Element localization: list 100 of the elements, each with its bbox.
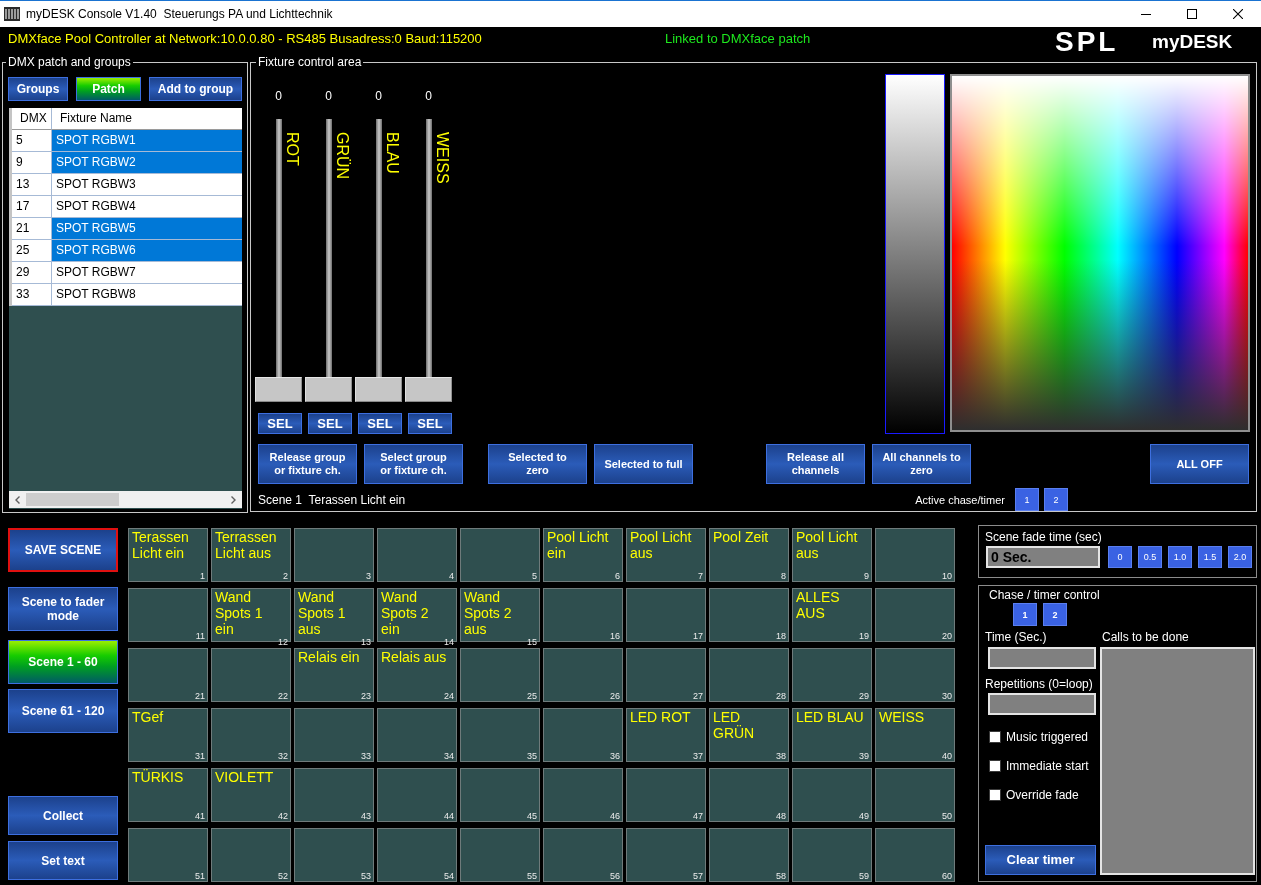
scene-button[interactable]: 60 <box>875 828 955 882</box>
scene-button[interactable]: 58 <box>709 828 789 882</box>
table-cell[interactable]: 25 <box>12 240 52 262</box>
scene-button[interactable]: 22 <box>211 648 291 702</box>
chevron-left-icon[interactable] <box>15 495 20 504</box>
scene-button[interactable]: 25 <box>460 648 540 702</box>
calls-list[interactable] <box>1100 647 1255 875</box>
fader-knob[interactable] <box>405 377 452 402</box>
scene-button[interactable]: 11 <box>128 588 208 642</box>
fade-preset-button[interactable]: 1.5 <box>1198 546 1222 568</box>
scene-button[interactable]: Relais aus 24 <box>377 648 457 702</box>
color-field[interactable] <box>950 74 1250 432</box>
scene-button[interactable]: 10 <box>875 528 955 582</box>
scene-button[interactable]: Pool Licht ein 6 <box>543 528 623 582</box>
time-field[interactable] <box>988 647 1096 669</box>
scene-button[interactable]: Relais ein 23 <box>294 648 374 702</box>
active-timer-button[interactable]: 1 <box>1015 488 1039 511</box>
minimize-icon[interactable] <box>1141 13 1151 15</box>
scene-button[interactable]: 51 <box>128 828 208 882</box>
scene-button[interactable]: 52 <box>211 828 291 882</box>
table-cell[interactable]: 33 <box>12 284 52 306</box>
scene-button[interactable]: 20 <box>875 588 955 642</box>
scene-button[interactable]: LED ROT 37 <box>626 708 706 762</box>
fade-preset-button[interactable]: 1.0 <box>1168 546 1192 568</box>
scene-button[interactable]: 55 <box>460 828 540 882</box>
scene-button[interactable]: Pool Zeit 8 <box>709 528 789 582</box>
select-button[interactable]: SEL <box>358 413 402 434</box>
mode-button[interactable]: Add to group <box>149 77 242 101</box>
table-cell[interactable]: SPOT RGBW5 <box>52 218 242 240</box>
scene-button[interactable]: LED GRÜN 38 <box>709 708 789 762</box>
scene-button[interactable]: 49 <box>792 768 872 822</box>
scene-button[interactable]: 43 <box>294 768 374 822</box>
mode-button[interactable]: Groups <box>8 77 68 101</box>
scene-button[interactable]: 47 <box>626 768 706 822</box>
scene-button[interactable]: 27 <box>626 648 706 702</box>
table-cell[interactable]: 21 <box>12 218 52 240</box>
fader-knob[interactable] <box>355 377 402 402</box>
scene-button[interactable]: 56 <box>543 828 623 882</box>
table-cell[interactable]: SPOT RGBW7 <box>52 262 242 284</box>
fader-mode-button[interactable]: Scene to fader mode <box>8 587 118 631</box>
brightness-gradient[interactable] <box>885 74 945 434</box>
scene-button[interactable]: 36 <box>543 708 623 762</box>
save-scene-button[interactable]: SAVE SCENE <box>8 528 118 572</box>
fader-knob[interactable] <box>305 377 352 402</box>
horizontal-scrollbar[interactable] <box>9 491 242 508</box>
fade-preset-button[interactable]: 0.5 <box>1138 546 1162 568</box>
scene-button[interactable]: 48 <box>709 768 789 822</box>
scene-button[interactable]: Terassen Licht ein 1 <box>128 528 208 582</box>
scene-button[interactable]: 26 <box>543 648 623 702</box>
scene-page-button[interactable]: Scene 61 - 120 <box>8 689 118 733</box>
scene-button[interactable]: TÜRKIS 41 <box>128 768 208 822</box>
table-cell[interactable]: SPOT RGBW8 <box>52 284 242 306</box>
table-cell[interactable]: 9 <box>12 152 52 174</box>
scene-button[interactable]: Pool Licht aus 7 <box>626 528 706 582</box>
scene-button[interactable]: 35 <box>460 708 540 762</box>
scene-button[interactable]: 28 <box>709 648 789 702</box>
scene-button[interactable]: 53 <box>294 828 374 882</box>
scene-button[interactable]: 57 <box>626 828 706 882</box>
scene-button[interactable]: 59 <box>792 828 872 882</box>
select-button[interactable]: SEL <box>408 413 452 434</box>
fade-preset-button[interactable]: 2.0 <box>1228 546 1252 568</box>
action-button[interactable]: ALL OFF <box>1150 444 1249 484</box>
scrollbar-thumb[interactable] <box>26 493 119 506</box>
clear-timer-button[interactable]: Clear timer <box>985 845 1096 875</box>
scene-button[interactable]: 34 <box>377 708 457 762</box>
scene-button[interactable]: 45 <box>460 768 540 822</box>
table-cell[interactable]: 13 <box>12 174 52 196</box>
checkbox[interactable] <box>989 731 1001 743</box>
scene-button[interactable]: Pool Licht aus 9 <box>792 528 872 582</box>
scene-button[interactable]: 3 <box>294 528 374 582</box>
checkbox[interactable] <box>989 760 1001 772</box>
timer-button[interactable]: 1 <box>1013 603 1037 626</box>
table-cell[interactable]: 17 <box>12 196 52 218</box>
table-cell[interactable]: 5 <box>12 130 52 152</box>
table-cell[interactable]: SPOT RGBW1 <box>52 130 242 152</box>
fade-time-field[interactable]: 0 Sec. <box>986 546 1100 568</box>
table-cell[interactable]: SPOT RGBW6 <box>52 240 242 262</box>
scene-button[interactable]: 5 <box>460 528 540 582</box>
table-cell[interactable]: SPOT RGBW3 <box>52 174 242 196</box>
scene-button[interactable]: 50 <box>875 768 955 822</box>
action-button[interactable]: Select group or fixture ch. <box>364 444 463 484</box>
scene-button[interactable]: Terrassen Licht aus 2 <box>211 528 291 582</box>
scene-button[interactable]: 54 <box>377 828 457 882</box>
table-cell[interactable]: 29 <box>12 262 52 284</box>
chevron-right-icon[interactable] <box>231 495 236 504</box>
scene-button[interactable]: 33 <box>294 708 374 762</box>
scene-button[interactable]: 16 <box>543 588 623 642</box>
select-button[interactable]: SEL <box>258 413 302 434</box>
scene-button[interactable]: WEISS 40 <box>875 708 955 762</box>
timer-button[interactable]: 2 <box>1043 603 1067 626</box>
action-button[interactable]: All channels to zero <box>872 444 971 484</box>
action-button[interactable]: Selected to zero <box>488 444 587 484</box>
scene-button[interactable]: 17 <box>626 588 706 642</box>
collect-button[interactable]: Collect <box>8 796 118 835</box>
action-button[interactable]: Release all channels <box>766 444 865 484</box>
scene-button[interactable]: LED BLAU 39 <box>792 708 872 762</box>
scene-button[interactable]: 18 <box>709 588 789 642</box>
checkbox[interactable] <box>989 789 1001 801</box>
fader-knob[interactable] <box>255 377 302 402</box>
scene-button[interactable]: ALLES AUS 19 <box>792 588 872 642</box>
